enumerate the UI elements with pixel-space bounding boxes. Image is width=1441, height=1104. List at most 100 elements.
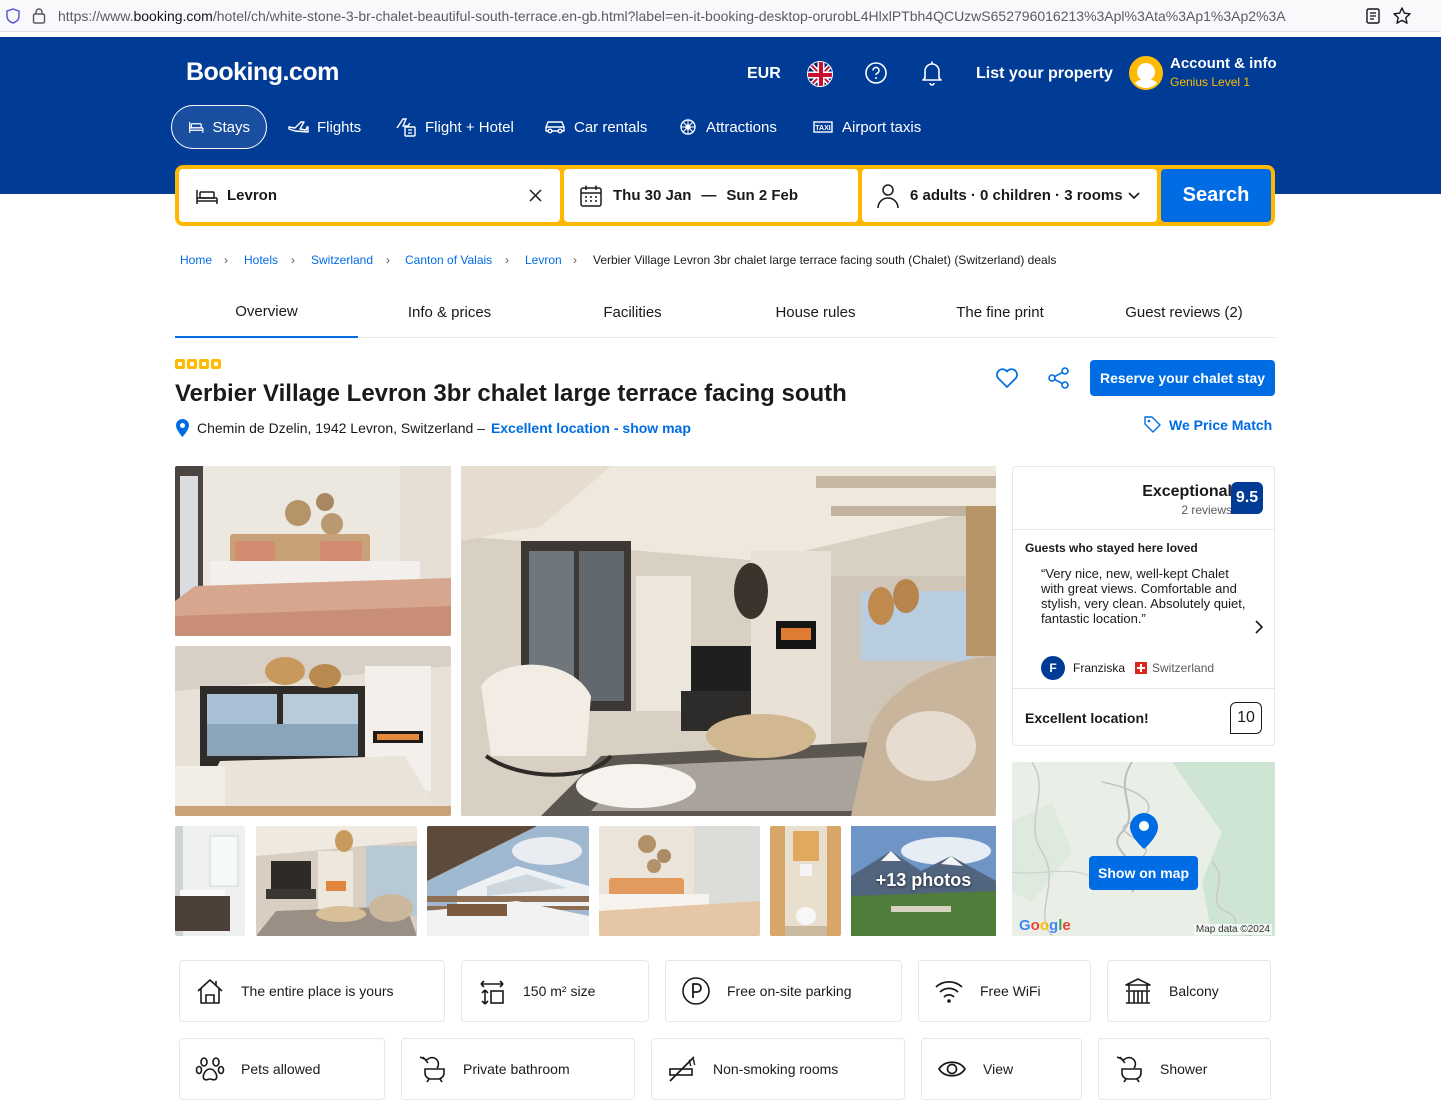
property-address: Chemin de Dzelin, 1942 Levron, Switzerla… — [175, 418, 691, 438]
review-summary-card[interactable]: Exceptional 2 reviews 9.5 Guests who sta… — [1012, 466, 1275, 746]
balcony-icon — [1125, 978, 1151, 1004]
facility-label: Private bathroom — [463, 1061, 570, 1077]
tab-guest-reviews[interactable]: Guest reviews (2) — [1093, 287, 1275, 338]
facility-label: Non-smoking rooms — [713, 1061, 839, 1077]
genius-level: Genius Level 1 — [1170, 75, 1251, 89]
star-icon — [211, 359, 221, 369]
lock-icon — [32, 8, 46, 24]
photo-living-room[interactable] — [461, 466, 996, 816]
account-menu[interactable]: Account & info Genius Level 1 — [1170, 55, 1277, 89]
nav-tab-label: Car rentals — [574, 118, 648, 136]
review-quote: “Very nice, new, well-kept Chalet with g… — [1041, 566, 1246, 626]
size-icon — [480, 980, 504, 1005]
date-field[interactable]: Thu 30 Jan — Sun 2 Feb — [564, 169, 858, 222]
taxi-icon: TAXI — [813, 121, 833, 133]
destination-value: Levron — [227, 187, 278, 204]
photo-terrace[interactable] — [427, 826, 589, 936]
google-logo: Google — [1019, 917, 1071, 934]
url-text[interactable]: https://www.booking.com/hotel/ch/white-s… — [58, 8, 1358, 24]
photo-toilet[interactable] — [770, 826, 841, 936]
photo-living-area[interactable] — [256, 826, 417, 936]
tab-facilities[interactable]: Facilities — [541, 287, 724, 338]
guests-field[interactable]: 6 adults · 0 children · 3 rooms — [862, 169, 1157, 222]
photo-second-bedroom[interactable] — [599, 826, 760, 936]
facility-label: Balcony — [1169, 983, 1219, 999]
more-photos-tile[interactable]: +13 photos — [851, 826, 996, 936]
nav-tab-stays[interactable]: Stays — [171, 105, 267, 149]
star-icon — [199, 359, 209, 369]
reader-view-icon[interactable] — [1366, 8, 1380, 24]
nav-tab-label: Flights — [317, 118, 362, 136]
share-icon[interactable] — [1047, 366, 1071, 390]
search-button[interactable]: Search — [1161, 169, 1271, 222]
breadcrumb-chevron-icon: › — [291, 253, 295, 267]
guests-value: 6 adults · 0 children · 3 rooms — [910, 187, 1123, 204]
nav-tab-flight-hotel[interactable]: Flight + Hotel — [395, 105, 514, 149]
avatar: F — [1041, 656, 1065, 680]
list-your-property-link[interactable]: List your property — [976, 65, 1113, 83]
facility-view: View — [921, 1038, 1082, 1100]
price-match-link[interactable]: We Price Match — [1144, 416, 1272, 433]
paw-icon — [195, 1057, 225, 1081]
tab-info-prices[interactable]: Info & prices — [358, 287, 541, 338]
review-score-header: Exceptional 2 reviews 9.5 — [1013, 467, 1274, 530]
check-out-date: Sun 2 Feb — [726, 187, 799, 204]
review-count: 2 reviews — [1181, 503, 1232, 517]
help-icon[interactable] — [864, 61, 888, 85]
location-score-badge: 10 — [1230, 702, 1262, 734]
facility-size: 150 m² size — [461, 960, 649, 1022]
nav-tab-flights[interactable]: Flights — [287, 105, 361, 149]
currency-selector[interactable]: EUR — [747, 65, 781, 83]
nav-tab-car-rentals[interactable]: Car rentals — [544, 105, 647, 149]
author-country: Switzerland — [1152, 661, 1215, 675]
notifications-bell-icon[interactable] — [920, 60, 944, 86]
photo-bathroom[interactable] — [175, 826, 245, 936]
breadcrumb-levron[interactable]: Levron — [525, 253, 562, 267]
wifi-icon — [935, 980, 963, 1003]
breadcrumb-home[interactable]: Home — [180, 253, 212, 267]
review-author: F Franziska Switzerland — [1041, 656, 1214, 680]
photo-dining[interactable] — [175, 646, 451, 816]
bookmark-star-icon[interactable] — [1392, 6, 1412, 26]
heart-icon[interactable] — [995, 367, 1019, 389]
facility-shower: Shower — [1098, 1038, 1271, 1100]
show-on-map-button[interactable]: Show on map — [1089, 856, 1198, 890]
breadcrumb-switzerland[interactable]: Switzerland — [311, 253, 373, 267]
person-icon — [877, 183, 899, 208]
facility-private-bathroom: Private bathroom — [401, 1038, 635, 1100]
clear-icon[interactable] — [529, 189, 542, 202]
check-in-date: Thu 30 Jan — [613, 187, 692, 204]
tab-overview[interactable]: Overview — [175, 287, 358, 338]
tab-house-rules[interactable]: House rules — [724, 287, 907, 338]
property-title: Verbier Village Levron 3br chalet large … — [175, 380, 847, 407]
review-score-badge: 9.5 — [1231, 482, 1263, 514]
breadcrumb-canton[interactable]: Canton of Valais — [405, 253, 492, 267]
facility-label: Pets allowed — [241, 1061, 321, 1077]
nav-tab-attractions[interactable]: Attractions — [678, 105, 777, 149]
show-map-link[interactable]: Excellent location - show map — [491, 420, 691, 436]
star-rating — [175, 359, 221, 369]
destination-field[interactable]: Levron — [179, 169, 560, 222]
star-icon — [187, 359, 197, 369]
reserve-button[interactable]: Reserve your chalet stay — [1090, 360, 1275, 396]
car-icon — [545, 121, 565, 134]
photo-bedroom[interactable] — [175, 466, 451, 636]
facility-label: Free WiFi — [980, 983, 1041, 999]
breadcrumb-hotels[interactable]: Hotels — [244, 253, 278, 267]
facility-non-smoking: Non-smoking rooms — [651, 1038, 905, 1100]
plane-icon — [288, 121, 309, 133]
chevron-right-icon[interactable] — [1254, 620, 1264, 634]
tab-fine-print[interactable]: The fine print — [907, 287, 1093, 338]
facility-label: 150 m² size — [523, 983, 596, 999]
avatar[interactable] — [1129, 56, 1163, 90]
nav-tab-label: Attractions — [706, 118, 777, 136]
uk-flag-icon[interactable] — [807, 61, 833, 87]
booking-logo[interactable]: Booking.com — [186, 58, 339, 87]
breadcrumb-chevron-icon: › — [224, 253, 228, 267]
bed-icon — [189, 122, 204, 133]
facility-entire-place: The entire place is yours — [179, 960, 445, 1022]
map-preview[interactable]: Show on map Google Map data ©2024 — [1012, 762, 1275, 936]
nav-tab-airport-taxis[interactable]: TAXI Airport taxis — [812, 105, 921, 149]
browser-url-bar[interactable]: https://www.booking.com/hotel/ch/white-s… — [0, 0, 1441, 32]
facility-pets: Pets allowed — [179, 1038, 385, 1100]
